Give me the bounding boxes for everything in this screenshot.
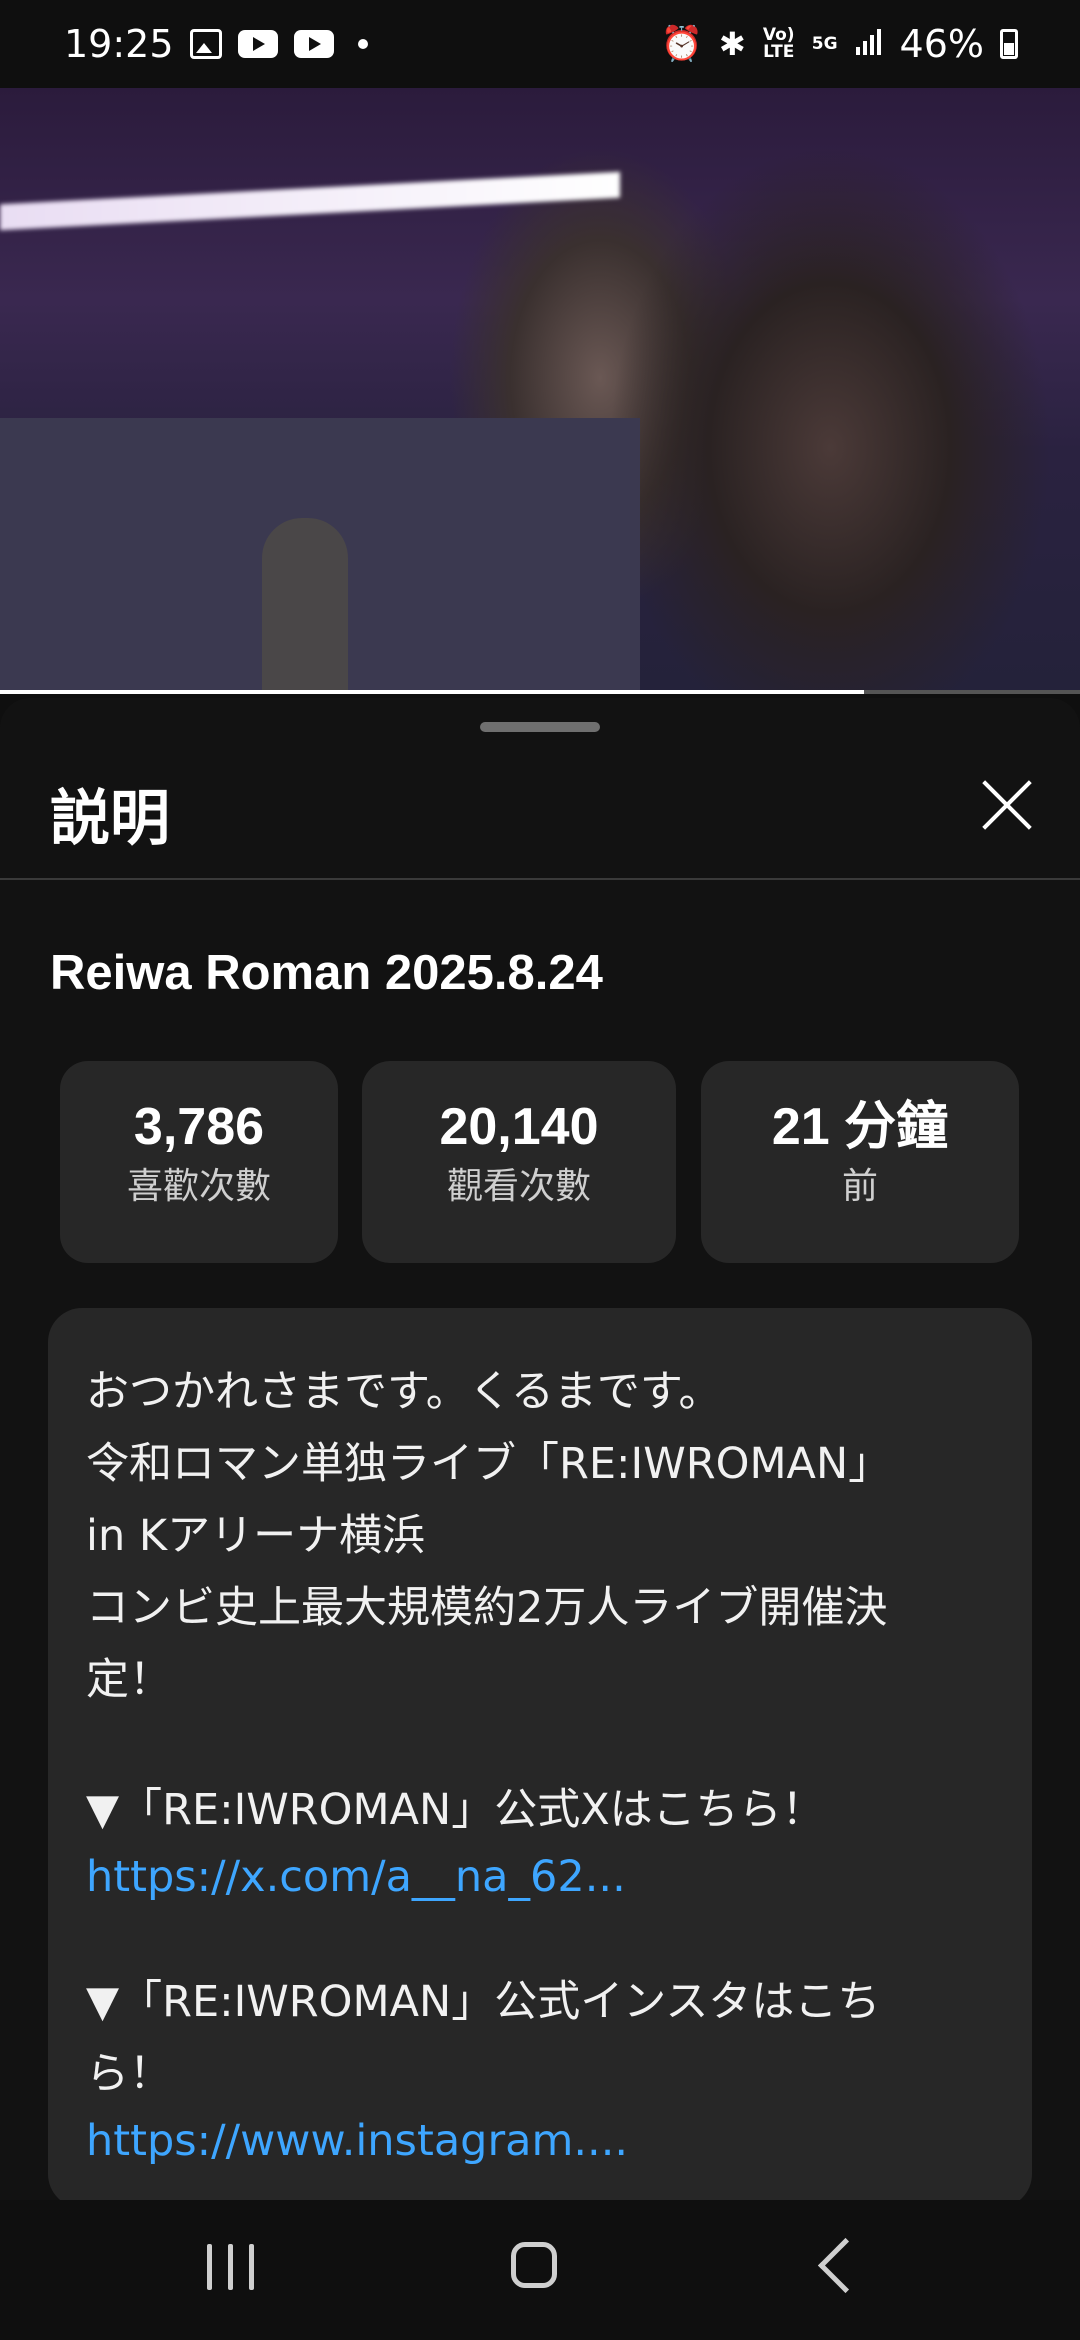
- video-title: Reiwa Roman 2025.8.24: [50, 946, 603, 1000]
- likes-stat: 3,786 喜歡次數: [60, 1061, 338, 1263]
- description-line: 令和ロマン単独ライブ「RE:IWROMAN」: [86, 1439, 892, 1489]
- instagram-section-heading-cont: ら！: [86, 2049, 172, 2099]
- description-card[interactable]: おつかれさまです。くるまです。 令和ロマン単独ライブ「RE:IWROMAN」 i…: [48, 1308, 1032, 2200]
- likes-label: 喜歡次數: [126, 1166, 271, 1207]
- views-stat: 20,140 觀看次數: [362, 1061, 676, 1263]
- x-section-heading: ▼「RE:IWROMAN」公式Xはこちら！: [86, 1785, 825, 1835]
- video-frame-microphone: [262, 518, 348, 694]
- system-nav-bar: [0, 2200, 1080, 2340]
- gallery-notification-icon: [189, 29, 222, 59]
- status-right: ⏰ ✱ Vo) LTE 5G 46%: [661, 22, 1018, 66]
- status-left: 19:25: [64, 22, 368, 66]
- views-label: 觀看次數: [446, 1166, 591, 1207]
- signal-strength-icon: [854, 22, 884, 66]
- alarm-icon: ⏰: [660, 24, 703, 64]
- description-line: おつかれさまです。くるまです。: [86, 1367, 722, 1417]
- x-link[interactable]: https://x.com/a__na_62...: [86, 1846, 996, 1908]
- views-count: 20,140: [439, 1098, 599, 1156]
- instagram-section-heading: ▼「RE:IWROMAN」公式インスタはこち: [86, 1977, 881, 2027]
- more-notifications-icon: [357, 39, 368, 49]
- instagram-link[interactable]: https://www.instagram....: [86, 2110, 996, 2172]
- recent-apps-icon[interactable]: [207, 2244, 257, 2290]
- description-line: 定！: [86, 1655, 172, 1705]
- volte-icon: Vo) LTE: [762, 25, 795, 62]
- video-player[interactable]: [0, 88, 1080, 694]
- youtube-notification-icon-2: [293, 30, 334, 58]
- video-progress-bar[interactable]: [0, 690, 1080, 694]
- video-frame-light: [0, 171, 620, 231]
- divider: [0, 878, 1080, 880]
- youtube-notification-icon: [237, 30, 278, 58]
- network-5g-icon: 5G: [811, 33, 838, 54]
- bluetooth-icon: ✱: [718, 25, 746, 63]
- back-icon[interactable]: [817, 2237, 874, 2294]
- home-icon[interactable]: [511, 2242, 557, 2288]
- drag-handle[interactable]: [480, 722, 600, 732]
- sheet-title: 説明: [50, 784, 170, 854]
- status-bar: 19:25 ⏰ ✱ Vo) LTE 5G 46%: [0, 0, 1080, 88]
- description-sheet: 説明 Reiwa Roman 2025.8.24 3,786 喜歡次數 20,1…: [0, 698, 1080, 2200]
- description-line: in Kアリーナ横浜: [86, 1511, 426, 1561]
- status-time: 19:25: [64, 22, 174, 66]
- description-line: コンビ史上最大規模約2万人ライブ開催決: [86, 1583, 888, 1633]
- battery-icon: [1000, 29, 1018, 59]
- video-progress-fill: [0, 690, 864, 694]
- close-icon[interactable]: [980, 778, 1034, 832]
- battery-percent: 46%: [899, 22, 984, 66]
- upload-time-stat: 21 分鐘 前: [701, 1061, 1019, 1263]
- likes-count: 3,786: [133, 1098, 265, 1156]
- upload-time: 21 分鐘: [771, 1098, 949, 1156]
- upload-time-label: 前: [841, 1166, 878, 1207]
